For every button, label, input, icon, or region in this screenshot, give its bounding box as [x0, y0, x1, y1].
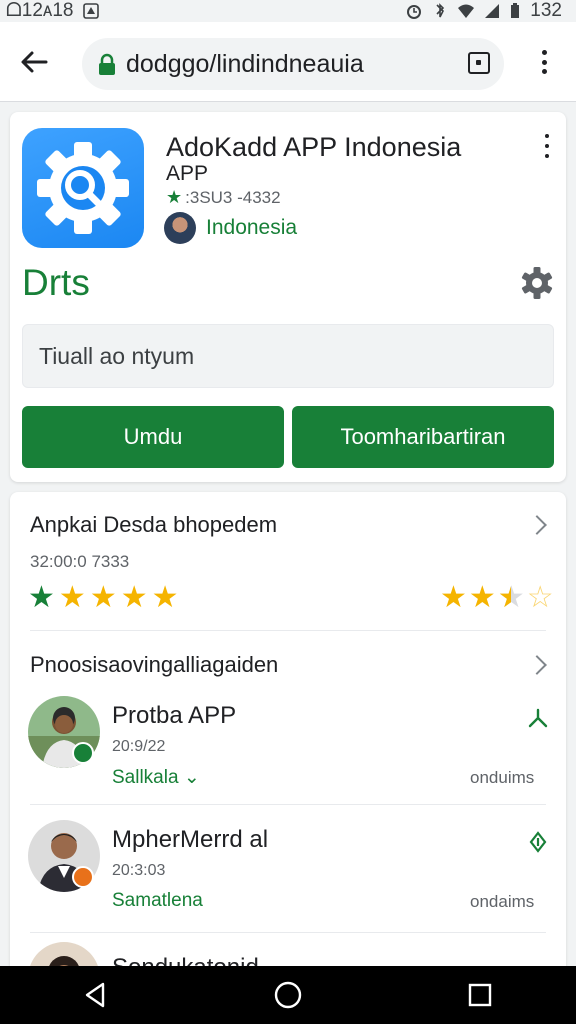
- status-left: ᗝ12ᴀ18: [6, 0, 100, 22]
- status-bar: ᗝ12ᴀ18 132: [0, 0, 576, 22]
- signal-icon: [485, 4, 500, 18]
- notification-icon: [83, 3, 100, 19]
- back-arrow-icon[interactable]: [18, 46, 50, 78]
- primary-right-button[interactable]: Toomharibartiran: [292, 406, 554, 468]
- star-icon: ★: [28, 581, 55, 614]
- review-date: 20:9/22: [112, 738, 166, 755]
- review-author: MpherMerrd al: [112, 826, 269, 853]
- home-circle-icon[interactable]: [273, 980, 303, 1010]
- verified-badge-icon: [72, 866, 94, 888]
- review-item[interactable]: Protba APP 20:9/22 Sallkala ⌄ onduims: [10, 696, 566, 806]
- divider: [30, 932, 546, 933]
- developer-name: Indonesia: [206, 216, 298, 239]
- wifi-icon: [458, 4, 475, 18]
- ratings-heading[interactable]: Anpkai Desda bhopedem: [30, 512, 277, 538]
- star-outline-icon: ☆: [526, 581, 554, 614]
- review-meta: onduims: [470, 768, 535, 787]
- gear-icon[interactable]: [520, 266, 554, 300]
- star-icon: ★: [58, 581, 86, 614]
- app-rating-text: :3SU3 -4332: [185, 187, 281, 207]
- url-bar[interactable]: dodggo/lindindneauia: [82, 38, 504, 90]
- url-text: dodggo/lindindneauia: [126, 49, 364, 78]
- chevron-right-icon[interactable]: [527, 515, 547, 535]
- app-header-card: AdoKadd APP Indonesia APP ★ :3SU3 -4332 …: [10, 112, 566, 482]
- share-icon[interactable]: [526, 706, 550, 730]
- developer-avatar: [164, 212, 196, 244]
- section-title: Drts: [22, 262, 90, 303]
- vibrate-icon: [436, 3, 445, 18]
- recents-square-icon[interactable]: [465, 980, 495, 1010]
- chevron-right-icon[interactable]: [527, 655, 547, 675]
- more-vert-icon[interactable]: [530, 46, 558, 78]
- divider: [30, 630, 546, 631]
- status-time: ᗝ12ᴀ18: [6, 0, 74, 21]
- ratings-reviews-card: Anpkai Desda bhopedem 32:00:0 7333 ★ ★ ★…: [10, 492, 566, 1014]
- system-nav-bar: [0, 966, 576, 1024]
- expand-icon[interactable]: [526, 830, 550, 854]
- ratings-count: 32:00:0 7333: [30, 552, 130, 571]
- review-meta: ondaims: [470, 892, 535, 911]
- more-vert-icon[interactable]: [542, 134, 552, 158]
- search-input[interactable]: Tiuall ao ntyum: [22, 324, 554, 388]
- primary-left-button[interactable]: Umdu: [22, 406, 284, 468]
- star-icon: ★: [468, 581, 496, 614]
- back-triangle-icon[interactable]: [81, 980, 111, 1010]
- alarm-icon: [407, 5, 422, 19]
- tab-switcher-icon[interactable]: [468, 52, 490, 74]
- star-icon: ★: [120, 581, 148, 614]
- review-date: 20:3:03: [112, 862, 166, 879]
- star-half-icon: ★: [498, 580, 525, 616]
- rating-stars-right: ★ ★ ★ ☆: [440, 580, 554, 616]
- review-location[interactable]: Samatlena: [112, 890, 203, 912]
- app-title: AdoKadd APP Indonesia: [166, 132, 462, 162]
- app-rating: ★ :3SU3 -4332: [166, 187, 281, 208]
- review-item[interactable]: MpherMerrd al 20:3:03 Samatlena ondaims: [10, 820, 566, 930]
- battery-icon: [511, 3, 520, 18]
- review-location[interactable]: Sallkala ⌄: [112, 766, 200, 789]
- review-author: Protba APP: [112, 702, 237, 729]
- browser-toolbar: dodggo/lindindneauia: [0, 22, 576, 102]
- star-icon: ★: [151, 581, 179, 614]
- status-right: 132: [406, 0, 562, 22]
- gear-search-icon[interactable]: [22, 128, 144, 248]
- verified-badge-icon: [72, 742, 94, 764]
- reviews-heading[interactable]: Pnoosisaovingalliagaiden: [30, 652, 278, 678]
- status-battery-text: 132: [530, 0, 562, 21]
- rating-stars-left: ★ ★ ★ ★ ★: [28, 580, 179, 616]
- star-icon: ★: [440, 581, 467, 614]
- star-icon: ★: [166, 187, 183, 207]
- lock-icon: [99, 53, 115, 75]
- app-subtitle: APP: [166, 162, 209, 185]
- divider: [30, 804, 546, 805]
- star-icon: ★: [89, 581, 117, 614]
- developer-row[interactable]: Indonesia: [164, 212, 297, 244]
